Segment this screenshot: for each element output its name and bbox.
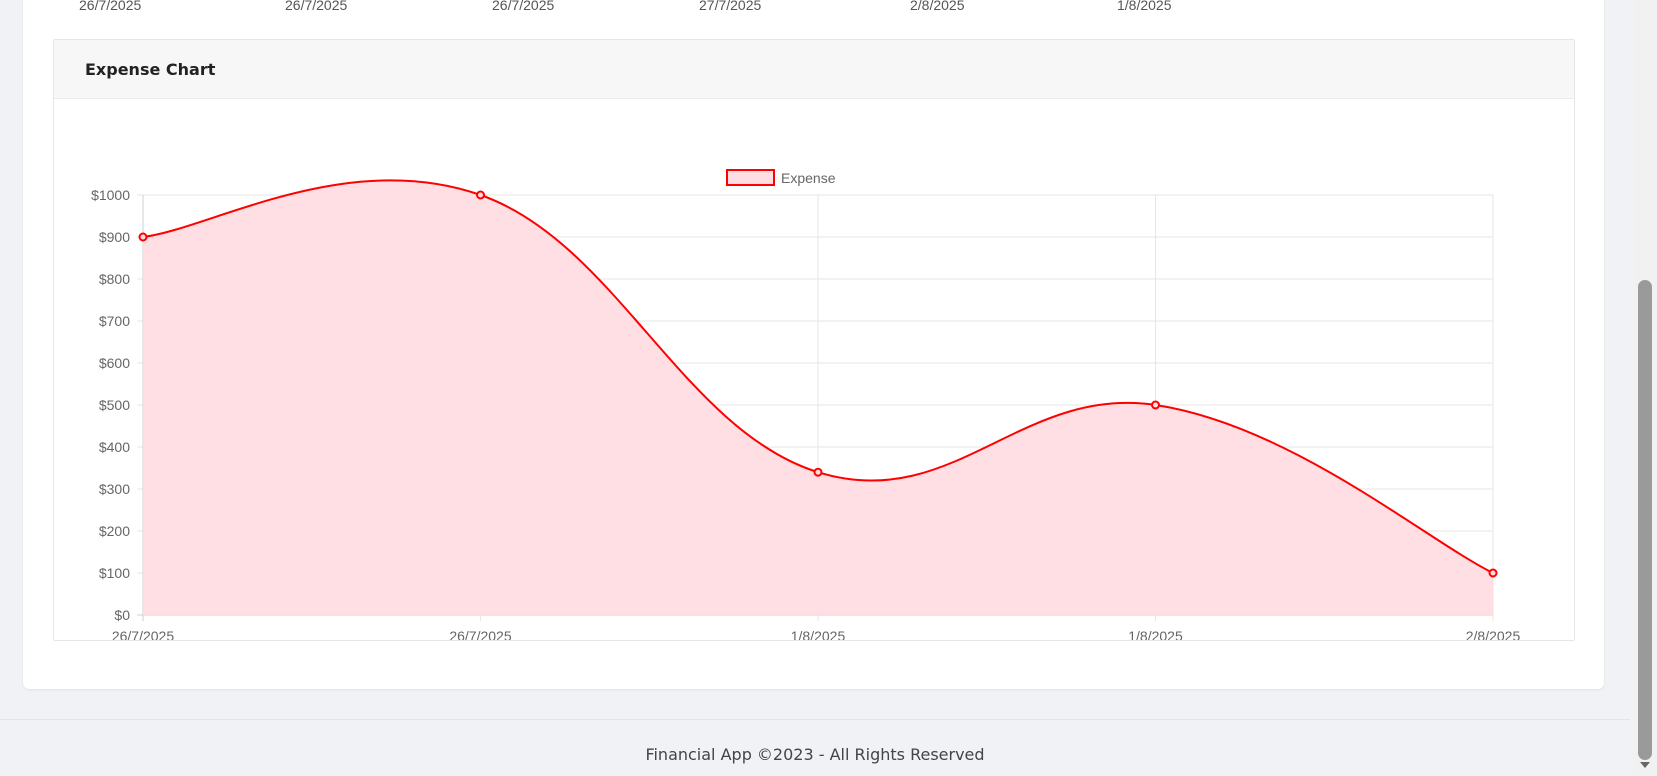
x-tick-label: 2/8/2025 bbox=[1466, 628, 1521, 640]
legend-label: Expense bbox=[781, 170, 836, 186]
x-tick-label: 26/7/2025 bbox=[449, 628, 511, 640]
table-cell-date: 2/8/2025 bbox=[910, 0, 965, 13]
y-tick-label: $300 bbox=[99, 481, 130, 497]
footer: Financial App ©2023 - All Rights Reserve… bbox=[0, 719, 1630, 776]
expense-data-point bbox=[1151, 400, 1160, 410]
x-tick-label: 1/8/2025 bbox=[1128, 628, 1183, 640]
scrollbar-thumb[interactable] bbox=[1638, 280, 1652, 760]
y-tick-label: $600 bbox=[99, 355, 130, 371]
y-tick-label: $900 bbox=[99, 229, 130, 245]
y-tick-label: $100 bbox=[99, 565, 130, 581]
y-tick-label: $400 bbox=[99, 439, 130, 455]
legend-swatch bbox=[726, 169, 775, 186]
y-tick-label: $700 bbox=[99, 313, 130, 329]
table-cell-date: 26/7/2025 bbox=[79, 0, 142, 13]
expense-data-point bbox=[138, 232, 148, 242]
table-cell-date: 27/7/2025 bbox=[699, 0, 762, 13]
table-cell-date: 26/7/2025 bbox=[492, 0, 555, 13]
x-tick-label: 1/8/2025 bbox=[791, 628, 846, 640]
expense-data-point bbox=[813, 467, 823, 477]
chart-card-header: Expense Chart bbox=[54, 40, 1574, 99]
y-tick-label: $1000 bbox=[91, 187, 130, 203]
expense-data-point bbox=[476, 190, 485, 200]
vertical-scrollbar[interactable] bbox=[1634, 0, 1657, 775]
x-tick-label: 26/7/2025 bbox=[112, 628, 174, 640]
y-tick-label: $500 bbox=[99, 397, 130, 413]
y-tick-label: $200 bbox=[99, 523, 130, 539]
scroll-down-arrow-icon[interactable] bbox=[1640, 762, 1650, 768]
expense-data-point bbox=[1488, 568, 1498, 578]
table-cell-date: 26/7/2025 bbox=[285, 0, 348, 13]
footer-text: Financial App ©2023 - All Rights Reserve… bbox=[645, 745, 985, 764]
y-tick-label: $0 bbox=[114, 607, 130, 623]
y-tick-label: $800 bbox=[99, 271, 130, 287]
expense-chart: $0 $100 $200 $300 $400 $500 $600 $700 $800 $900 $1… bbox=[91, 169, 1521, 640]
table-cell-date: 1/8/2025 bbox=[1117, 0, 1172, 13]
chart-card-title: Expense Chart bbox=[85, 59, 216, 79]
expense-chart-card: Expense Chart $0 $100 $200 $300 $400 $500 $600… bbox=[53, 39, 1575, 641]
